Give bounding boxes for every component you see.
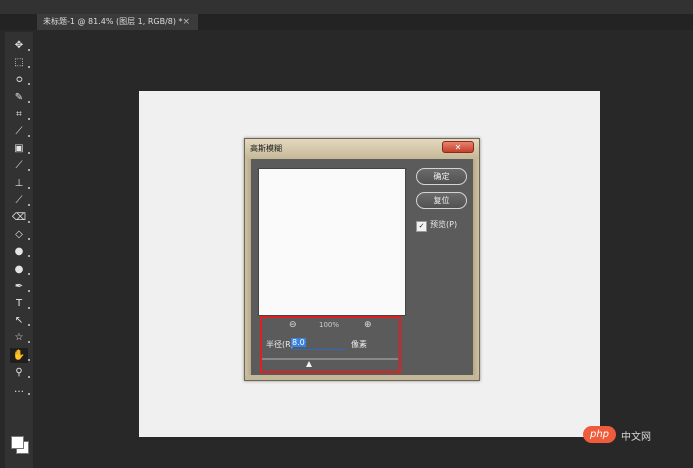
stamp-icon[interactable]: ⊥ [10,176,30,191]
type-icon[interactable]: T [10,296,30,311]
document-tab-label: 未标题-1 @ 81.4% (图层 1, RGB/8) * [43,17,183,26]
application-bar [0,0,693,14]
foreground-color-swatch[interactable] [11,436,24,449]
close-icon: ✕ [454,143,462,152]
pen-icon[interactable]: ✒ [10,279,30,294]
crop-icon[interactable]: ⌗ [10,107,30,122]
brush-icon[interactable]: ⟋ [10,158,30,173]
reset-button[interactable]: 复位 [416,192,467,209]
watermark-text: 中文网 [621,432,651,443]
dodge-icon[interactable]: ● [10,262,30,277]
healing-icon[interactable]: ▣ [10,141,30,156]
bucket-icon[interactable]: ◇ [10,227,30,242]
dialog-title: 高斯模糊 [250,144,282,153]
preview-checkbox-label: 预览(P) [430,220,458,229]
ok-button[interactable]: 确定 [416,168,467,185]
dialog-close-button[interactable]: ✕ [442,141,474,153]
preview-checkbox[interactable]: ✓ [416,221,427,232]
dialog-frame-right [473,159,479,380]
checkmark-icon: ✓ [418,222,425,230]
dialog-titlebar[interactable]: 高斯模糊 ✕ [245,139,479,159]
tools-panel: ✥ ⬚ ഠ ✎ ⌗ ⟋ ▣ ⟋ ⊥ ⟋ ⌫ ◇ ● ● ✒ T ↖ ☆ ✋ ⚲ … [5,32,33,468]
hand-icon[interactable]: ✋ [10,347,30,363]
more-icon[interactable]: … [10,382,30,397]
history-brush-icon[interactable]: ⟋ [10,193,30,208]
quick-select-icon[interactable]: ✎ [10,90,30,105]
marquee-icon[interactable]: ⬚ [10,55,30,70]
zoom-icon[interactable]: ⚲ [10,365,30,380]
document-tab[interactable]: 未标题-1 @ 81.4% (图层 1, RGB/8) * × [37,14,198,30]
path-select-icon[interactable]: ↖ [10,313,30,328]
watermark-logo: php [583,426,616,443]
move-icon[interactable]: ✥ [10,38,30,53]
blur-preview-pane[interactable] [258,168,406,316]
eraser-icon[interactable]: ⌫ [10,210,30,225]
lasso-icon[interactable]: ഠ [10,72,30,87]
dialog-frame-bottom [245,375,479,380]
eyedropper-icon[interactable]: ⟋ [10,124,30,139]
annotation-highlight-box [260,316,401,373]
blur-icon[interactable]: ● [10,244,30,259]
shape-icon[interactable]: ☆ [10,330,30,345]
tab-close-icon[interactable]: × [182,14,190,30]
dialog-frame-left [245,159,251,380]
